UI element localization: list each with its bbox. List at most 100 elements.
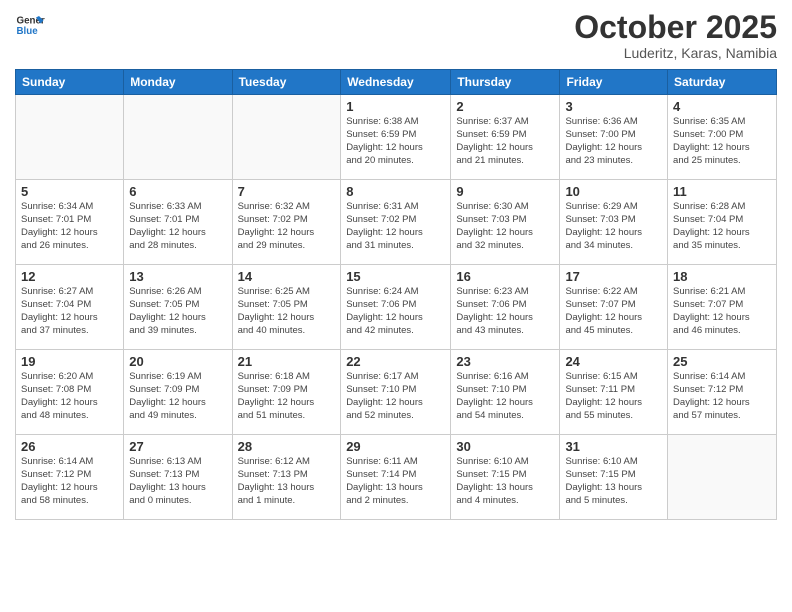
header-thursday: Thursday bbox=[451, 70, 560, 95]
calendar-cell: 27 Sunrise: 6:13 AMSunset: 7:13 PMDayligh… bbox=[124, 435, 232, 520]
day-number: 11 bbox=[673, 184, 771, 199]
calendar-cell: 12 Sunrise: 6:27 AMSunset: 7:04 PMDayligh… bbox=[16, 265, 124, 350]
header-monday: Monday bbox=[124, 70, 232, 95]
day-number: 9 bbox=[456, 184, 554, 199]
day-number: 27 bbox=[129, 439, 226, 454]
calendar-cell: 17 Sunrise: 6:22 AMSunset: 7:07 PMDayligh… bbox=[560, 265, 668, 350]
calendar-cell: 14 Sunrise: 6:25 AMSunset: 7:05 PMDayligh… bbox=[232, 265, 341, 350]
header-tuesday: Tuesday bbox=[232, 70, 341, 95]
day-number: 28 bbox=[238, 439, 336, 454]
day-number: 30 bbox=[456, 439, 554, 454]
day-info: Sunrise: 6:22 AMSunset: 7:07 PMDaylight:… bbox=[565, 286, 662, 337]
calendar-cell: 28 Sunrise: 6:12 AMSunset: 7:13 PMDayligh… bbox=[232, 435, 341, 520]
day-number: 15 bbox=[346, 269, 445, 284]
day-info: Sunrise: 6:25 AMSunset: 7:05 PMDaylight:… bbox=[238, 286, 336, 337]
day-number: 13 bbox=[129, 269, 226, 284]
day-info: Sunrise: 6:29 AMSunset: 7:03 PMDaylight:… bbox=[565, 201, 662, 252]
calendar-cell: 11 Sunrise: 6:28 AMSunset: 7:04 PMDayligh… bbox=[668, 180, 777, 265]
calendar-cell: 8 Sunrise: 6:31 AMSunset: 7:02 PMDaylight… bbox=[341, 180, 451, 265]
day-info: Sunrise: 6:20 AMSunset: 7:08 PMDaylight:… bbox=[21, 371, 118, 422]
day-number: 24 bbox=[565, 354, 662, 369]
day-info: Sunrise: 6:17 AMSunset: 7:10 PMDaylight:… bbox=[346, 371, 445, 422]
day-info: Sunrise: 6:32 AMSunset: 7:02 PMDaylight:… bbox=[238, 201, 336, 252]
calendar-cell: 31Sunrise: 6:10 AMSunset: 7:15 PMDayligh… bbox=[560, 435, 668, 520]
day-number: 10 bbox=[565, 184, 662, 199]
calendar-cell bbox=[232, 95, 341, 180]
day-info: Sunrise: 6:37 AMSunset: 6:59 PMDaylight:… bbox=[456, 116, 554, 167]
day-number: 8 bbox=[346, 184, 445, 199]
header-saturday: Saturday bbox=[668, 70, 777, 95]
day-number: 20 bbox=[129, 354, 226, 369]
day-info: Sunrise: 6:18 AMSunset: 7:09 PMDaylight:… bbox=[238, 371, 336, 422]
day-number: 21 bbox=[238, 354, 336, 369]
month-title: October 2025 bbox=[574, 10, 777, 45]
calendar-cell: 16 Sunrise: 6:23 AMSunset: 7:06 PMDayligh… bbox=[451, 265, 560, 350]
logo: General Blue General Blue bbox=[15, 10, 45, 40]
page: General Blue General Blue October 2025 L… bbox=[0, 0, 792, 612]
calendar-cell: 9Sunrise: 6:30 AMSunset: 7:03 PMDaylight… bbox=[451, 180, 560, 265]
calendar-cell: 20 Sunrise: 6:19 AMSunset: 7:09 PMDayligh… bbox=[124, 350, 232, 435]
day-number: 1 bbox=[346, 99, 445, 114]
day-number: 22 bbox=[346, 354, 445, 369]
calendar-cell: 24 Sunrise: 6:15 AMSunset: 7:11 PMDayligh… bbox=[560, 350, 668, 435]
calendar-cell: 23Sunrise: 6:16 AMSunset: 7:10 PMDayligh… bbox=[451, 350, 560, 435]
day-number: 2 bbox=[456, 99, 554, 114]
header: General Blue General Blue October 2025 L… bbox=[15, 10, 777, 61]
calendar-cell bbox=[668, 435, 777, 520]
calendar-cell: 19 Sunrise: 6:20 AMSunset: 7:08 PMDayligh… bbox=[16, 350, 124, 435]
calendar-cell: 4 Sunrise: 6:35 AMSunset: 7:00 PMDaylight… bbox=[668, 95, 777, 180]
day-info: Sunrise: 6:15 AMSunset: 7:11 PMDaylight:… bbox=[565, 371, 662, 422]
day-number: 12 bbox=[21, 269, 118, 284]
calendar-cell: 5Sunrise: 6:34 AMSunset: 7:01 PMDaylight… bbox=[16, 180, 124, 265]
day-number: 17 bbox=[565, 269, 662, 284]
day-info: Sunrise: 6:19 AMSunset: 7:09 PMDaylight:… bbox=[129, 371, 226, 422]
calendar-cell: 25 Sunrise: 6:14 AMSunset: 7:12 PMDayligh… bbox=[668, 350, 777, 435]
header-friday: Friday bbox=[560, 70, 668, 95]
day-info: Sunrise: 6:36 AMSunset: 7:00 PMDaylight:… bbox=[565, 116, 662, 167]
day-number: 25 bbox=[673, 354, 771, 369]
calendar-cell: 21 Sunrise: 6:18 AMSunset: 7:09 PMDayligh… bbox=[232, 350, 341, 435]
day-info: Sunrise: 6:11 AMSunset: 7:14 PMDaylight:… bbox=[346, 456, 445, 507]
day-info: Sunrise: 6:31 AMSunset: 7:02 PMDaylight:… bbox=[346, 201, 445, 252]
day-info: Sunrise: 6:14 AMSunset: 7:12 PMDaylight:… bbox=[21, 456, 118, 507]
day-info: Sunrise: 6:12 AMSunset: 7:13 PMDaylight:… bbox=[238, 456, 336, 507]
day-number: 18 bbox=[673, 269, 771, 284]
day-number: 4 bbox=[673, 99, 771, 114]
day-number: 14 bbox=[238, 269, 336, 284]
day-info: Sunrise: 6:35 AMSunset: 7:00 PMDaylight:… bbox=[673, 116, 771, 167]
day-info: Sunrise: 6:23 AMSunset: 7:06 PMDaylight:… bbox=[456, 286, 554, 337]
day-number: 16 bbox=[456, 269, 554, 284]
calendar-week-3: 12 Sunrise: 6:27 AMSunset: 7:04 PMDayligh… bbox=[16, 265, 777, 350]
day-number: 31 bbox=[565, 439, 662, 454]
day-number: 19 bbox=[21, 354, 118, 369]
day-info: Sunrise: 6:28 AMSunset: 7:04 PMDaylight:… bbox=[673, 201, 771, 252]
day-number: 6 bbox=[129, 184, 226, 199]
day-info: Sunrise: 6:14 AMSunset: 7:12 PMDaylight:… bbox=[673, 371, 771, 422]
calendar-cell: 15 Sunrise: 6:24 AMSunset: 7:06 PMDayligh… bbox=[341, 265, 451, 350]
weekday-header-row: Sunday Monday Tuesday Wednesday Thursday… bbox=[16, 70, 777, 95]
logo-icon: General Blue bbox=[15, 10, 45, 40]
day-info: Sunrise: 6:27 AMSunset: 7:04 PMDaylight:… bbox=[21, 286, 118, 337]
day-number: 29 bbox=[346, 439, 445, 454]
calendar-cell: 2 Sunrise: 6:37 AMSunset: 6:59 PMDaylight… bbox=[451, 95, 560, 180]
location: Luderitz, Karas, Namibia bbox=[574, 45, 777, 61]
calendar-week-2: 5Sunrise: 6:34 AMSunset: 7:01 PMDaylight… bbox=[16, 180, 777, 265]
calendar-cell: 30Sunrise: 6:10 AMSunset: 7:15 PMDayligh… bbox=[451, 435, 560, 520]
calendar-cell: 18Sunrise: 6:21 AMSunset: 7:07 PMDayligh… bbox=[668, 265, 777, 350]
day-number: 7 bbox=[238, 184, 336, 199]
day-info: Sunrise: 6:24 AMSunset: 7:06 PMDaylight:… bbox=[346, 286, 445, 337]
day-info: Sunrise: 6:33 AMSunset: 7:01 PMDaylight:… bbox=[129, 201, 226, 252]
day-info: Sunrise: 6:16 AMSunset: 7:10 PMDaylight:… bbox=[456, 371, 554, 422]
header-sunday: Sunday bbox=[16, 70, 124, 95]
svg-text:Blue: Blue bbox=[17, 26, 39, 37]
calendar-cell: 1 Sunrise: 6:38 AMSunset: 6:59 PMDaylight… bbox=[341, 95, 451, 180]
day-info: Sunrise: 6:13 AMSunset: 7:13 PMDaylight:… bbox=[129, 456, 226, 507]
calendar-cell bbox=[16, 95, 124, 180]
day-info: Sunrise: 6:38 AMSunset: 6:59 PMDaylight:… bbox=[346, 116, 445, 167]
title-block: October 2025 Luderitz, Karas, Namibia bbox=[574, 10, 777, 61]
calendar-cell: 3Sunrise: 6:36 AMSunset: 7:00 PMDaylight… bbox=[560, 95, 668, 180]
calendar-cell: 29 Sunrise: 6:11 AMSunset: 7:14 PMDayligh… bbox=[341, 435, 451, 520]
calendar-cell: 22 Sunrise: 6:17 AMSunset: 7:10 PMDayligh… bbox=[341, 350, 451, 435]
calendar-week-1: 1 Sunrise: 6:38 AMSunset: 6:59 PMDaylight… bbox=[16, 95, 777, 180]
calendar-week-5: 26Sunrise: 6:14 AMSunset: 7:12 PMDayligh… bbox=[16, 435, 777, 520]
